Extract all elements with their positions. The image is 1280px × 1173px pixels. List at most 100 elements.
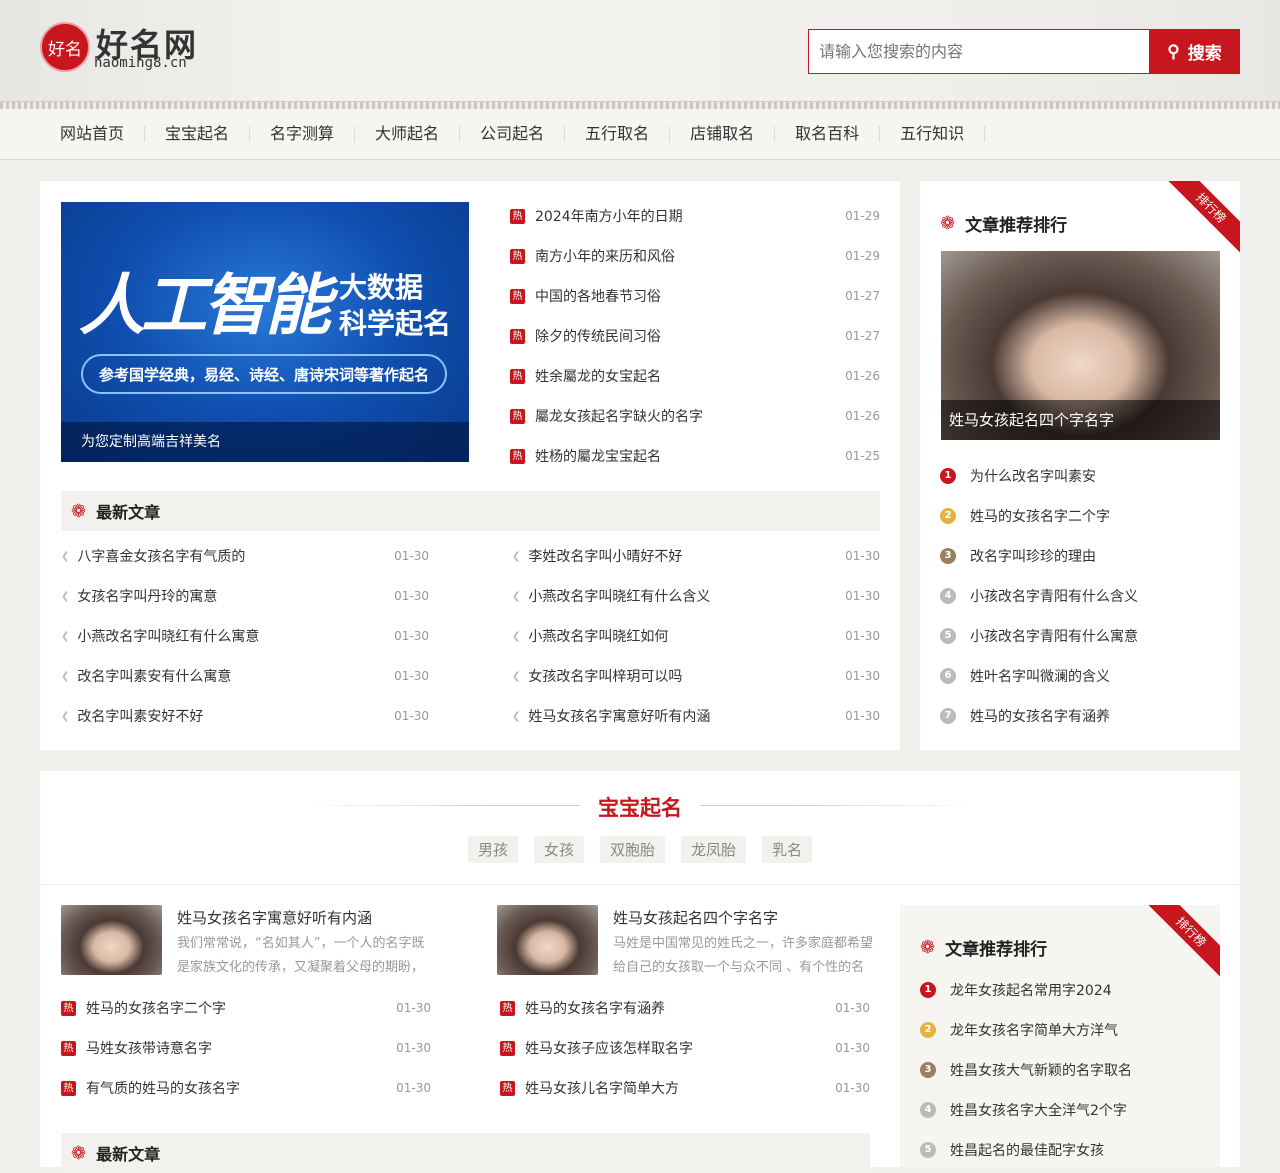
item-title[interactable]: 南方小年的来历和风俗 bbox=[535, 246, 845, 266]
list-item[interactable]: 热 2024年南方小年的日期 01-29 bbox=[510, 206, 880, 226]
nav-item[interactable]: 大师起名 bbox=[355, 126, 461, 142]
nav-item[interactable]: 五行知识 bbox=[880, 126, 986, 142]
list-item[interactable]: 热马姓女孩带诗意名字 01-30 bbox=[61, 1038, 431, 1058]
banner-caption[interactable]: 为您定制高端吉祥美名 bbox=[61, 422, 469, 462]
nav-item[interactable]: 名字测算 bbox=[250, 126, 356, 142]
rank-item-title[interactable]: 改名字叫珍珍的理由 bbox=[970, 546, 1220, 566]
article-card[interactable]: 姓马女孩名字寓意好听有内涵 我们常常说，“名如其人”，一个人的名字既是家族文化的传… bbox=[61, 905, 437, 980]
rank-item-title[interactable]: 小孩改名字青阳有什么含义 bbox=[970, 586, 1220, 606]
list-item[interactable]: 热除夕的传统民间习俗 01-27 bbox=[510, 326, 880, 346]
item-title[interactable]: 小燕改名字叫晓红如何 bbox=[528, 626, 845, 646]
rank-item-title[interactable]: 姓昌起名的最佳配字女孩 bbox=[950, 1140, 1200, 1160]
card-title[interactable]: 姓马女孩起名四个字名字 bbox=[613, 907, 873, 928]
list-item[interactable]: 热屬龙女孩起名字缺火的名字 01-26 bbox=[510, 406, 880, 426]
rank-item[interactable]: 5 小孩改名字青阳有什么寓意 bbox=[940, 626, 1220, 646]
item-title[interactable]: 姓马女孩名字寓意好听有内涵 bbox=[528, 706, 845, 726]
hot-icon: 热 bbox=[510, 448, 525, 464]
item-title[interactable]: 中国的各地春节习俗 bbox=[535, 286, 845, 306]
list-item[interactable]: ❮ 小燕改名字叫晓红如何 01-30 bbox=[512, 626, 880, 646]
tag-button[interactable]: 双胞胎 bbox=[599, 836, 665, 863]
item-title[interactable]: 姓杨的屬龙宝宝起名 bbox=[535, 446, 845, 466]
featured-photo[interactable]: 姓马女孩起名四个字名字 bbox=[941, 251, 1220, 440]
rank-item-title[interactable]: 姓马的女孩名字有涵养 bbox=[970, 706, 1220, 726]
nav-item[interactable]: 五行取名 bbox=[565, 126, 671, 142]
rank-item[interactable]: 6 姓叶名字叫微澜的含义 bbox=[940, 666, 1220, 686]
article-thumbnail[interactable] bbox=[61, 905, 162, 975]
item-title[interactable]: 姓余屬龙的女宝起名 bbox=[535, 366, 845, 386]
item-title[interactable]: 小燕改名字叫晓红有什么含义 bbox=[528, 586, 845, 606]
card-title[interactable]: 姓马女孩名字寓意好听有内涵 bbox=[177, 907, 437, 928]
list-item[interactable]: 热南方小年的来历和风俗 01-29 bbox=[510, 246, 880, 266]
item-title[interactable]: 小燕改名字叫晓红有什么寓意 bbox=[77, 626, 394, 646]
list-item[interactable]: ❮ 八字喜金女孩名字有气质的 01-30 bbox=[61, 546, 429, 566]
rank-item-title[interactable]: 龙年女孩起名常用字2024 bbox=[950, 980, 1200, 1000]
rank-item[interactable]: 5 姓昌起名的最佳配字女孩 bbox=[920, 1140, 1200, 1160]
rank-item[interactable]: 2 龙年女孩名字简单大方洋气 bbox=[920, 1020, 1200, 1040]
item-title[interactable]: 2024年南方小年的日期 bbox=[535, 206, 845, 226]
item-title[interactable]: 屬龙女孩起名字缺火的名字 bbox=[535, 406, 845, 426]
rank-item-title[interactable]: 姓叶名字叫微澜的含义 bbox=[970, 666, 1220, 686]
item-title[interactable]: 八字喜金女孩名字有气质的 bbox=[77, 546, 394, 566]
item-title[interactable]: 姓马的女孩名字二个字 bbox=[86, 998, 396, 1018]
nav-item[interactable]: 公司起名 bbox=[460, 126, 566, 142]
list-item[interactable]: 热中国的各地春节习俗 01-27 bbox=[510, 286, 880, 306]
rank-item[interactable]: 4 小孩改名字青阳有什么含义 bbox=[940, 586, 1220, 606]
item-title[interactable]: 女孩名字叫丹玲的寓意 bbox=[77, 586, 394, 606]
list-item[interactable]: 热姓马的女孩名字二个字 01-30 bbox=[61, 998, 431, 1018]
nav-item[interactable]: 宝宝起名 bbox=[145, 126, 251, 142]
nav-item[interactable]: 取名百科 bbox=[775, 126, 881, 142]
rank-item[interactable]: 3 姓昌女孩大气新颖的名字取名 bbox=[920, 1060, 1200, 1080]
rank-item-title[interactable]: 姓马的女孩名字二个字 bbox=[970, 506, 1220, 526]
item-title[interactable]: 有气质的姓马的女孩名字 bbox=[86, 1078, 396, 1098]
item-title[interactable]: 姓马女孩儿名字简单大方 bbox=[525, 1078, 835, 1098]
list-item[interactable]: ❮ 李姓改名字叫小晴好不好 01-30 bbox=[512, 546, 880, 566]
item-title[interactable]: 女孩改名字叫梓玥可以吗 bbox=[528, 666, 845, 686]
rank-item-title[interactable]: 姓昌女孩大气新颖的名字取名 bbox=[950, 1060, 1200, 1080]
list-item[interactable]: ❮ 女孩名字叫丹玲的寓意 01-30 bbox=[61, 586, 429, 606]
logo-domain: haoming8.cn bbox=[94, 55, 187, 71]
rank-item[interactable]: 1 为什么改名字叫素安 bbox=[940, 466, 1220, 486]
list-item[interactable]: ❮ 小燕改名字叫晓红有什么寓意 01-30 bbox=[61, 626, 429, 646]
item-title[interactable]: 除夕的传统民间习俗 bbox=[535, 326, 845, 346]
list-item[interactable]: ❮ 姓马女孩名字寓意好听有内涵 01-30 bbox=[512, 706, 880, 726]
item-title[interactable]: 姓马女孩子应该怎样取名字 bbox=[525, 1038, 835, 1058]
decorative-border bbox=[0, 101, 1280, 109]
list-item[interactable]: 热姓马女孩儿名字简单大方 01-30 bbox=[500, 1078, 870, 1098]
item-title[interactable]: 马姓女孩带诗意名字 bbox=[86, 1038, 396, 1058]
list-item[interactable]: ❮ 改名字叫素安有什么寓意 01-30 bbox=[61, 666, 429, 686]
list-item[interactable]: 热姓余屬龙的女宝起名 01-26 bbox=[510, 366, 880, 386]
rank-item-title[interactable]: 为什么改名字叫素安 bbox=[970, 466, 1220, 486]
rank-item[interactable]: 7 姓马的女孩名字有涵养 bbox=[940, 706, 1220, 726]
tag-button[interactable]: 男孩 bbox=[467, 836, 518, 863]
item-title[interactable]: 改名字叫素安有什么寓意 bbox=[77, 666, 394, 686]
rank-item[interactable]: 3 改名字叫珍珍的理由 bbox=[940, 546, 1220, 566]
list-item[interactable]: 热姓杨的屬龙宝宝起名 01-25 bbox=[510, 446, 880, 466]
list-item[interactable]: ❮ 改名字叫素安好不好 01-30 bbox=[61, 706, 429, 726]
rank-item[interactable]: 4 姓昌女孩名字大全洋气2个字 bbox=[920, 1100, 1200, 1120]
main-nav: 网站首页 宝宝起名 名字测算 大师起名 公司起名 五行取名 店铺取名 取名百科 五行知识 bbox=[0, 109, 1280, 160]
item-title[interactable]: 姓马的女孩名字有涵养 bbox=[525, 998, 835, 1018]
tag-button[interactable]: 女孩 bbox=[533, 836, 584, 863]
article-card[interactable]: 姓马女孩起名四个字名字 马姓是中国常见的姓氏之一，许多家庭都希望给自己的女孩取一个… bbox=[497, 905, 873, 980]
search-input[interactable] bbox=[808, 29, 1150, 74]
list-item[interactable]: 热有气质的姓马的女孩名字 01-30 bbox=[61, 1078, 431, 1098]
item-title[interactable]: 李姓改名字叫小晴好不好 bbox=[528, 546, 845, 566]
list-item[interactable]: ❮ 小燕改名字叫晓红有什么含义 01-30 bbox=[512, 586, 880, 606]
rank-item-title[interactable]: 姓昌女孩名字大全洋气2个字 bbox=[950, 1100, 1200, 1120]
list-item[interactable]: 热姓马女孩子应该怎样取名字 01-30 bbox=[500, 1038, 870, 1058]
nav-item[interactable]: 店铺取名 bbox=[670, 126, 776, 142]
rank-item[interactable]: 1 龙年女孩起名常用字2024 bbox=[920, 980, 1200, 1000]
list-item[interactable]: 热姓马的女孩名字有涵养 01-30 bbox=[500, 998, 870, 1018]
rank-item-title[interactable]: 龙年女孩名字简单大方洋气 bbox=[950, 1020, 1200, 1040]
banner[interactable]: 人工智能 大数据 科学起名 参考国学经典，易经、诗经、唐诗宋词等著作起名 为您定… bbox=[61, 202, 469, 462]
search-button[interactable]: ⚲ 搜索 bbox=[1149, 29, 1240, 74]
list-item[interactable]: ❮ 女孩改名字叫梓玥可以吗 01-30 bbox=[512, 666, 880, 686]
rank-item[interactable]: 2 姓马的女孩名字二个字 bbox=[940, 506, 1220, 526]
tag-button[interactable]: 乳名 bbox=[762, 836, 813, 863]
logo-seal[interactable]: 好名 bbox=[40, 22, 90, 72]
article-thumbnail[interactable] bbox=[497, 905, 598, 975]
tag-button[interactable]: 龙凤胎 bbox=[681, 836, 747, 863]
nav-item[interactable]: 网站首页 bbox=[40, 126, 146, 142]
item-title[interactable]: 改名字叫素安好不好 bbox=[77, 706, 394, 726]
rank-item-title[interactable]: 小孩改名字青阳有什么寓意 bbox=[970, 626, 1220, 646]
